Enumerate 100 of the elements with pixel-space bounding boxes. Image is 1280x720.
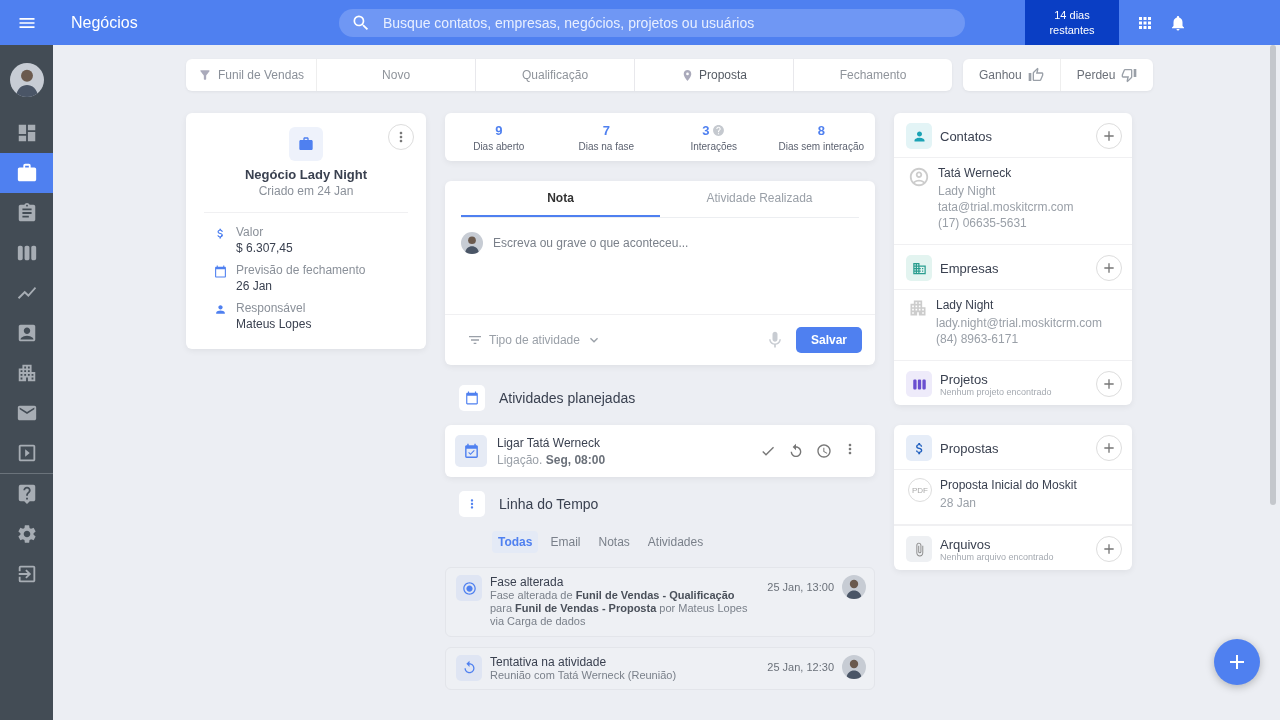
avatar (461, 232, 483, 254)
stat-label: Dias aberto (473, 141, 525, 152)
funnel-icon (198, 68, 212, 82)
timeline-filter[interactable]: Todas (492, 531, 539, 553)
event-title: Tentativa na atividade (490, 654, 608, 669)
field-label: Responsável (236, 301, 307, 315)
contact-name[interactable]: Tatá Werneck (938, 166, 1074, 180)
person-icon (908, 166, 930, 188)
add-button[interactable] (1096, 371, 1122, 397)
panel-title: Propostas (940, 440, 999, 456)
timeline-filter[interactable]: Email (544, 531, 587, 553)
deal-created: Criado em 24 Jan (257, 184, 355, 198)
field-label: Previsão de fechamento (236, 263, 367, 277)
field-label: Valor (236, 225, 265, 239)
clock-icon (816, 443, 832, 459)
panel-title: Contatos (940, 128, 993, 144)
pipeline-stage[interactable]: Qualificação (476, 59, 636, 91)
building-icon (908, 298, 928, 318)
composer-tab[interactable]: Atividade Realizada (660, 181, 859, 217)
calendar-icon (214, 265, 227, 278)
stat-label: Interações (690, 141, 738, 152)
won-button[interactable]: Ganhou (963, 59, 1060, 91)
company-phone: (84) 8963-6171 (936, 332, 1020, 346)
activity-title: Ligar Tatá Werneck (497, 435, 601, 450)
thumbs-up-icon (1027, 67, 1044, 83)
field-value: 26 Jan (236, 279, 274, 293)
paperclip-icon (906, 536, 932, 562)
planned-activity[interactable]: Ligar Tatá Werneck Ligação. Seg, 08:00 (445, 425, 875, 477)
briefcase-icon (289, 127, 323, 161)
stat-value: 8 (817, 123, 825, 138)
section-title: Atividades planejadas (499, 390, 636, 406)
bell-icon (1169, 13, 1187, 32)
briefcase-icon (15, 162, 38, 184)
plus-icon (1101, 128, 1117, 144)
empty-text: Nenhum arquivo encontrado (940, 551, 1054, 562)
pin-icon (681, 68, 694, 82)
pipeline-stage[interactable]: Fechamento (794, 59, 952, 91)
contact-company: Lady Night (938, 184, 997, 198)
sidebar-item[interactable] (0, 153, 53, 193)
avatar (9, 63, 44, 97)
pipeline-stage[interactable]: Proposta (635, 59, 794, 91)
pipeline-stage[interactable]: Novo (317, 59, 477, 91)
event-time: 25 Jan, 13:00 (767, 581, 834, 593)
stat-value: 9 (495, 123, 503, 138)
event-time: 25 Jan, 12:30 (767, 660, 834, 673)
event-title: Fase alterada (490, 575, 565, 589)
retry-icon (788, 443, 804, 459)
plus-icon (1101, 541, 1117, 557)
plus-icon (1101, 440, 1117, 456)
section-title: Linha do Tempo (499, 496, 599, 512)
page-title: Negócios (71, 13, 139, 32)
composer-tab[interactable]: Nota (461, 181, 660, 217)
timeline-filter[interactable]: Notas (592, 531, 636, 553)
pipeline-label[interactable]: Funil de Vendas (186, 59, 318, 91)
search-field[interactable]: Busque contatos, empresas, negócios, projetos ou usuários (339, 8, 965, 37)
stat-value: 3 (702, 123, 710, 138)
plus-icon (1101, 376, 1117, 392)
columns-icon (906, 371, 932, 397)
stat-label: Dias sem interação (778, 141, 865, 152)
help-icon (712, 124, 726, 137)
add-button[interactable] (1214, 639, 1260, 685)
person-icon (906, 123, 932, 149)
settings-icon (15, 523, 38, 545)
person-icon (214, 303, 227, 316)
proposal-date: 28 Jan (940, 496, 978, 510)
deal-title: Negócio Lady Night (243, 167, 369, 182)
empty-text: Nenhum projeto encontrado (940, 386, 1052, 397)
stat-value: 7 (602, 123, 610, 138)
search-input[interactable]: Busque contatos, empresas, negócios, projetos ou usuários (381, 13, 953, 32)
avatar (842, 575, 866, 599)
add-button[interactable] (1096, 123, 1122, 149)
field-value: $ 6.307,45 (236, 241, 294, 255)
add-button[interactable] (1096, 255, 1122, 281)
event-text: Fase alterada de Funil de Vendas - Qualificação para Funil de Vendas - Proposta por Mateus Lopes via Carga de dados (490, 589, 749, 629)
panel-title: Arquivos (940, 536, 992, 552)
calendar-icon (459, 385, 485, 411)
company-email: lady.night@trial.moskitcrm.com (936, 316, 1102, 330)
proposal-name[interactable]: Proposta Inicial do Moskit (940, 478, 1077, 492)
retry-icon (456, 654, 482, 681)
plus-icon (1101, 260, 1117, 276)
panel-title: Empresas (940, 260, 999, 276)
activity-type-dropdown[interactable]: Tipo de atividade (467, 332, 602, 348)
add-button[interactable] (1096, 435, 1122, 461)
scrollbar[interactable] (1270, 45, 1276, 505)
add-button[interactable] (1096, 536, 1122, 562)
panel-title: Projetos (940, 371, 989, 387)
contact-phone: (17) 06635-5631 (938, 216, 1028, 230)
company-name[interactable]: Lady Night (936, 298, 1102, 312)
avatar (842, 654, 866, 679)
building-icon (906, 255, 932, 281)
contact-email: tata@trial.moskitcrm.com (938, 200, 1074, 214)
more-icon (459, 491, 485, 517)
timeline-filter[interactable]: Atividades (641, 531, 710, 553)
lost-button[interactable]: Perdeu (1059, 59, 1154, 91)
save-button[interactable]: Salvar (795, 327, 862, 353)
stat-label: Dias na fase (578, 141, 635, 152)
event-text: Reunião com Tatá Werneck (Reunião) (490, 668, 678, 682)
thumbs-down-icon (1121, 67, 1138, 83)
trial-badge[interactable]: 14 dias restantes (1025, 0, 1119, 45)
calendar-check-icon (455, 435, 487, 467)
